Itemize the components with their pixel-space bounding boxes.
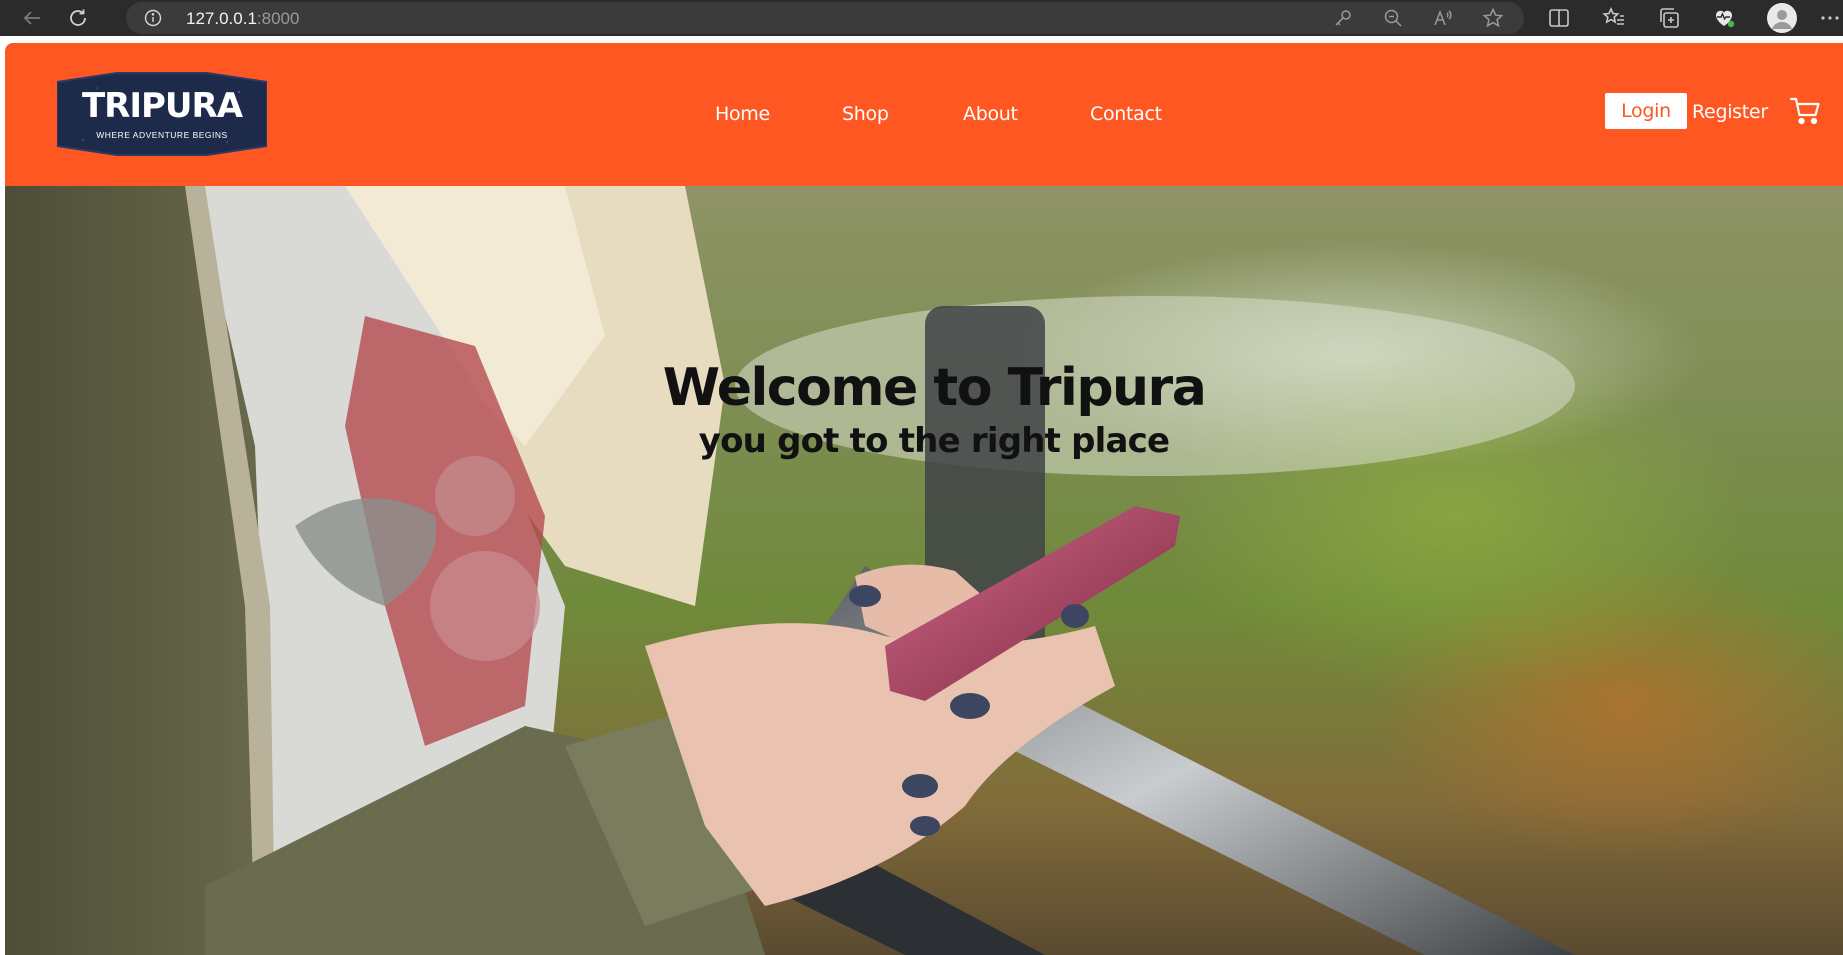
- star-icon[interactable]: [1482, 7, 1504, 29]
- register-link[interactable]: Register: [1692, 101, 1768, 123]
- nav-contact[interactable]: Contact: [1090, 103, 1162, 125]
- nav-home[interactable]: Home: [715, 103, 770, 125]
- browser-essentials-icon[interactable]: [1712, 6, 1736, 30]
- refresh-icon[interactable]: [66, 6, 90, 30]
- site-header: TRIPURA WHERE ADVENTURE BEGINS Home Shop…: [5, 43, 1843, 186]
- profile-icon[interactable]: [1767, 3, 1797, 33]
- web-page: TRIPURA WHERE ADVENTURE BEGINS Home Shop…: [5, 43, 1843, 955]
- hero-title: Welcome to Tripura: [662, 358, 1207, 418]
- login-button[interactable]: Login: [1605, 93, 1687, 129]
- hero-subtitle: you got to the right place: [698, 421, 1170, 461]
- favorites-icon[interactable]: [1602, 6, 1626, 30]
- back-icon[interactable]: [20, 6, 44, 30]
- address-bar[interactable]: 127.0.0.1:8000: [126, 2, 1524, 34]
- read-aloud-icon[interactable]: [1432, 7, 1454, 29]
- nav-shop[interactable]: Shop: [842, 103, 889, 125]
- hero-background-image: [5, 186, 1843, 955]
- nav-about[interactable]: About: [963, 103, 1018, 125]
- browser-toolbar: 127.0.0.1:8000: [0, 0, 1843, 36]
- url-host: 127.0.0.1: [186, 9, 257, 28]
- logo-tagline: WHERE ADVENTURE BEGINS: [96, 130, 228, 140]
- hero-banner: Welcome to Tripura you got to the right …: [5, 186, 1843, 955]
- split-screen-icon[interactable]: [1547, 6, 1571, 30]
- key-icon[interactable]: [1332, 7, 1354, 29]
- collections-icon[interactable]: [1657, 6, 1681, 30]
- logo-title: TRIPURA: [81, 86, 243, 126]
- info-icon[interactable]: [144, 9, 162, 27]
- site-logo[interactable]: TRIPURA WHERE ADVENTURE BEGINS: [57, 70, 267, 158]
- zoom-out-icon[interactable]: [1382, 7, 1404, 29]
- more-icon[interactable]: [1818, 6, 1842, 30]
- cart-icon[interactable]: [1789, 96, 1821, 126]
- url-port: :8000: [256, 9, 300, 28]
- url-text[interactable]: 127.0.0.1:8000: [186, 9, 299, 29]
